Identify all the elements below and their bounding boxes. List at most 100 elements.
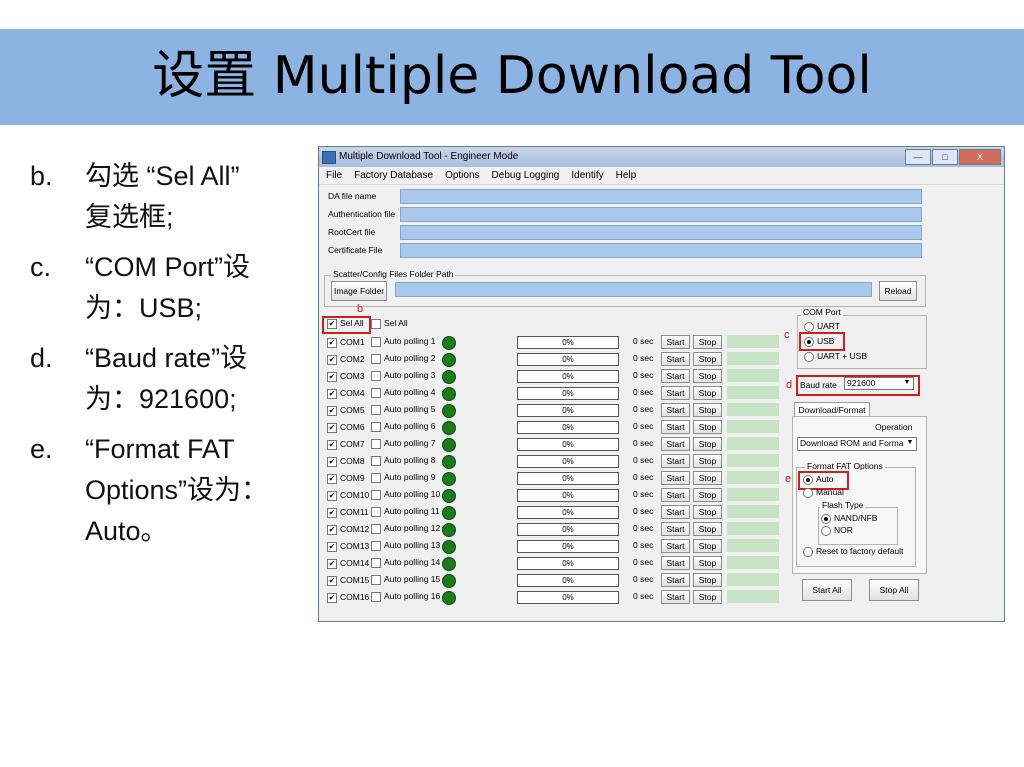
start-button[interactable]: Start xyxy=(661,505,690,519)
stop-button[interactable]: Stop xyxy=(693,590,722,604)
auto-polling-checkbox[interactable] xyxy=(371,439,381,449)
format-option-radio[interactable] xyxy=(803,488,813,498)
com-checkbox[interactable]: ✔ xyxy=(327,372,337,382)
start-button[interactable]: Start xyxy=(661,454,690,468)
menu-item-options[interactable]: Options xyxy=(438,168,484,184)
stop-button[interactable]: Stop xyxy=(693,471,722,485)
com-checkbox[interactable]: ✔ xyxy=(327,355,337,365)
reset-radio[interactable] xyxy=(803,547,813,557)
flash-type-radio[interactable] xyxy=(821,526,831,536)
auto-polling-checkbox[interactable] xyxy=(371,388,381,398)
elapsed-time: 0 sec xyxy=(633,523,654,533)
auto-polling-checkbox[interactable] xyxy=(371,337,381,347)
start-button[interactable]: Start xyxy=(661,369,690,383)
menu-item-help[interactable]: Help xyxy=(609,168,642,184)
auto-polling-checkbox[interactable] xyxy=(371,592,381,602)
start-button[interactable]: Start xyxy=(661,420,690,434)
stop-all-button[interactable]: Stop All xyxy=(869,579,919,601)
start-button[interactable]: Start xyxy=(661,556,690,570)
start-button[interactable]: Start xyxy=(661,488,690,502)
menu-item-file[interactable]: File xyxy=(319,168,347,184)
stop-button[interactable]: Stop xyxy=(693,420,722,434)
stop-button[interactable]: Stop xyxy=(693,522,722,536)
stop-button[interactable]: Stop xyxy=(693,454,722,468)
status-box xyxy=(727,573,779,586)
com-checkbox[interactable]: ✔ xyxy=(327,440,337,450)
start-button[interactable]: Start xyxy=(661,522,690,536)
bullet-marker: e. xyxy=(30,434,53,464)
com-checkbox[interactable]: ✔ xyxy=(327,338,337,348)
start-button[interactable]: Start xyxy=(661,471,690,485)
start-button[interactable]: Start xyxy=(661,386,690,400)
com-checkbox[interactable]: ✔ xyxy=(327,576,337,586)
stop-button[interactable]: Stop xyxy=(693,573,722,587)
auto-polling-checkbox[interactable] xyxy=(371,456,381,466)
auto-polling-checkbox[interactable] xyxy=(371,558,381,568)
stop-button[interactable]: Stop xyxy=(693,505,722,519)
start-button[interactable]: Start xyxy=(661,573,690,587)
com-checkbox[interactable]: ✔ xyxy=(327,457,337,467)
start-button[interactable]: Start xyxy=(661,437,690,451)
com-port-radio[interactable] xyxy=(804,337,814,347)
com-checkbox[interactable]: ✔ xyxy=(327,423,337,433)
auto-polling-checkbox[interactable] xyxy=(371,507,381,517)
baud-rate-select[interactable]: 921600 ▼ xyxy=(844,377,914,390)
stop-button[interactable]: Stop xyxy=(693,556,722,570)
operation-select[interactable]: Download ROM and Forma ▼ xyxy=(797,437,917,451)
status-box xyxy=(727,352,779,365)
start-all-button[interactable]: Start All xyxy=(802,579,852,601)
start-button[interactable]: Start xyxy=(661,352,690,366)
close-button[interactable]: X xyxy=(959,149,1001,165)
stop-button[interactable]: Stop xyxy=(693,488,722,502)
stop-button[interactable]: Stop xyxy=(693,386,722,400)
start-button[interactable]: Start xyxy=(661,403,690,417)
start-button[interactable]: Start xyxy=(661,539,690,553)
com-checkbox[interactable]: ✔ xyxy=(327,474,337,484)
com-checkbox[interactable]: ✔ xyxy=(327,406,337,416)
menu-item-debug-logging[interactable]: Debug Logging xyxy=(485,168,565,184)
flash-type-radio[interactable] xyxy=(821,514,831,524)
file-path-input[interactable] xyxy=(400,225,922,240)
file-path-input[interactable] xyxy=(400,207,922,222)
format-option-radio[interactable] xyxy=(803,475,813,485)
auto-polling-checkbox[interactable] xyxy=(371,405,381,415)
stop-button[interactable]: Stop xyxy=(693,369,722,383)
tab-download-format[interactable]: Download/Format xyxy=(794,402,870,417)
com-port-radio[interactable] xyxy=(804,322,814,332)
sel-all-checkbox-2[interactable] xyxy=(371,319,381,329)
stop-button[interactable]: Stop xyxy=(693,437,722,451)
com-port-radio[interactable] xyxy=(804,352,814,362)
auto-polling-checkbox[interactable] xyxy=(371,541,381,551)
auto-polling-checkbox[interactable] xyxy=(371,354,381,364)
com-checkbox[interactable]: ✔ xyxy=(327,491,337,501)
stop-button[interactable]: Stop xyxy=(693,403,722,417)
com-checkbox[interactable]: ✔ xyxy=(327,542,337,552)
auto-polling-checkbox[interactable] xyxy=(371,422,381,432)
com-checkbox[interactable]: ✔ xyxy=(327,559,337,569)
scatter-path-input[interactable] xyxy=(395,282,872,297)
start-button[interactable]: Start xyxy=(661,590,690,604)
auto-polling-checkbox[interactable] xyxy=(371,524,381,534)
com-checkbox[interactable]: ✔ xyxy=(327,593,337,603)
maximize-button[interactable]: □ xyxy=(932,149,958,165)
auto-polling-checkbox[interactable] xyxy=(371,575,381,585)
stop-button[interactable]: Stop xyxy=(693,335,722,349)
com-checkbox[interactable]: ✔ xyxy=(327,525,337,535)
stop-button[interactable]: Stop xyxy=(693,539,722,553)
stop-button[interactable]: Stop xyxy=(693,352,722,366)
com-checkbox[interactable]: ✔ xyxy=(327,389,337,399)
menu-item-factory-database[interactable]: Factory Database xyxy=(347,168,438,184)
com-checkbox[interactable]: ✔ xyxy=(327,508,337,518)
auto-polling-checkbox[interactable] xyxy=(371,473,381,483)
minimize-button[interactable]: — xyxy=(905,149,931,165)
file-path-input[interactable] xyxy=(400,243,922,258)
auto-polling-checkbox[interactable] xyxy=(371,490,381,500)
reload-button[interactable]: Reload xyxy=(879,281,917,301)
file-path-input[interactable] xyxy=(400,189,922,204)
image-folder-button[interactable]: Image Folder xyxy=(331,281,387,301)
sel-all-checkbox[interactable]: ✔ xyxy=(327,319,337,329)
start-button[interactable]: Start xyxy=(661,335,690,349)
menu-item-identify[interactable]: Identify xyxy=(564,168,608,184)
elapsed-time: 0 sec xyxy=(633,387,654,397)
auto-polling-checkbox[interactable] xyxy=(371,371,381,381)
